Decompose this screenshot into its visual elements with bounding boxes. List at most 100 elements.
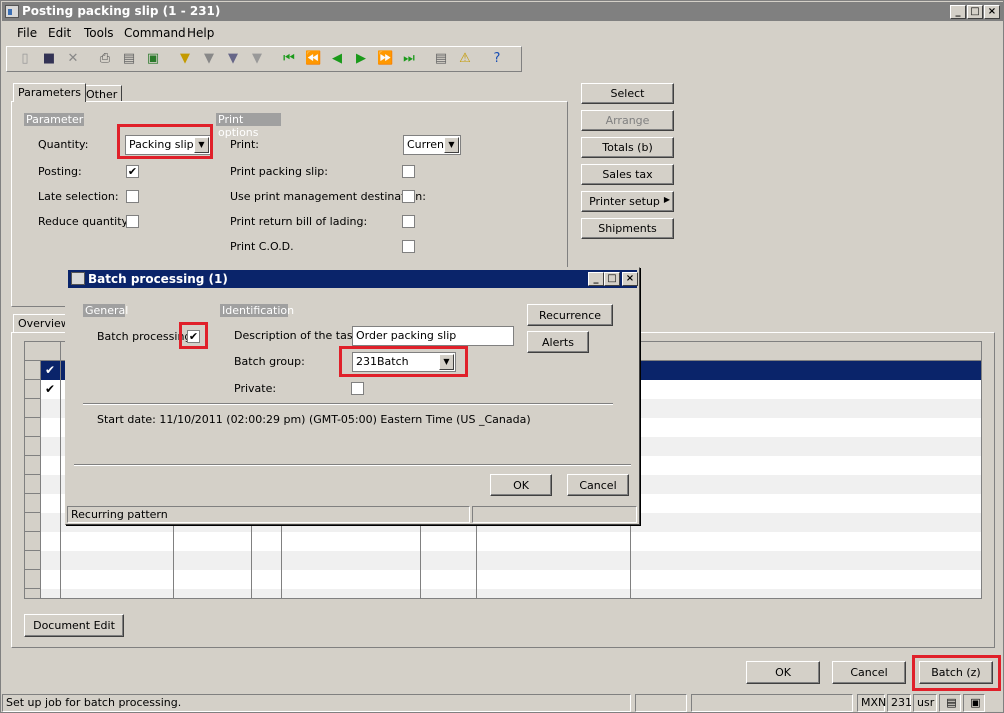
filter-by-selection-icon[interactable]: ▼ — [177, 51, 193, 67]
private-checkbox[interactable] — [351, 382, 364, 395]
batch-processing-highlight — [179, 322, 208, 349]
tab-parameters[interactable]: Parameters — [13, 83, 86, 102]
dialog-cancel-button[interactable]: Cancel — [567, 474, 629, 496]
reduce-quantity-label: Reduce quantity: — [38, 215, 131, 228]
row-selector[interactable] — [25, 418, 41, 437]
window-title: Posting packing slip (1 - 231) — [22, 4, 221, 18]
table-row[interactable] — [25, 589, 981, 598]
late-selection-checkbox[interactable] — [126, 190, 139, 203]
menu-edit[interactable]: Edit — [48, 26, 71, 40]
tab-other[interactable]: Other — [81, 85, 123, 102]
posting-checkbox[interactable]: ✔ — [126, 165, 139, 178]
alerts-button[interactable]: Alerts — [527, 331, 589, 353]
row-selector[interactable] — [25, 551, 41, 570]
dialog-minimize-button[interactable]: _ — [588, 272, 604, 286]
dialog-close-button[interactable]: × — [622, 272, 638, 286]
status-cell — [635, 694, 687, 712]
attachments-icon[interactable]: ▤ — [433, 51, 449, 67]
new-icon[interactable]: ▯ — [17, 51, 33, 67]
row-selector[interactable] — [25, 494, 41, 513]
user-indicator: usr — [913, 694, 937, 712]
menu-tools[interactable]: Tools — [84, 26, 114, 40]
previous-record-icon[interactable]: ◀ — [329, 51, 345, 67]
chevron-down-icon[interactable]: ▼ — [444, 137, 459, 153]
batch-group-highlight — [339, 346, 468, 377]
start-date-text: Start date: 11/10/2011 (02:00:29 pm) (GM… — [97, 413, 531, 426]
document-edit-button[interactable]: Document Edit — [24, 614, 124, 637]
remove-filter-icon[interactable]: ▼ — [249, 51, 265, 67]
first-record-icon[interactable]: ⏮ — [281, 51, 297, 67]
minimize-button[interactable]: _ — [950, 5, 966, 19]
filter-icon[interactable]: ▼ — [201, 51, 217, 67]
ok-button[interactable]: OK — [746, 661, 820, 684]
shipments-button[interactable]: Shipments — [581, 218, 674, 239]
last-record-icon[interactable]: ⏭ — [401, 51, 417, 67]
print-icon[interactable]: ⎙ — [97, 51, 113, 67]
company-indicator: 231 — [887, 694, 912, 712]
previous-page-icon[interactable]: ⏪ — [305, 51, 321, 67]
row-selector[interactable] — [25, 361, 41, 380]
row-selector[interactable] — [25, 456, 41, 475]
advanced-filter-icon[interactable]: ▼ — [225, 51, 241, 67]
dialog-status-text: Recurring pattern — [67, 506, 470, 523]
close-button[interactable]: × — [984, 5, 1000, 19]
row-selector[interactable] — [25, 380, 41, 399]
print-return-checkbox[interactable] — [402, 215, 415, 228]
cancel-button[interactable]: Cancel — [832, 661, 906, 684]
print-cod-checkbox[interactable] — [402, 240, 415, 253]
next-page-icon[interactable]: ⏩ — [377, 51, 393, 67]
delete-icon[interactable]: ✕ — [65, 51, 81, 67]
print-preview-icon[interactable]: ▤ — [121, 51, 137, 67]
row-selector[interactable] — [25, 475, 41, 494]
totals-button[interactable]: Totals (b) — [581, 137, 674, 158]
print-management-label: Use print management destination: — [230, 190, 426, 203]
print-management-checkbox[interactable] — [402, 190, 415, 203]
row-selector[interactable] — [25, 513, 41, 532]
menu-file[interactable]: File — [17, 26, 37, 40]
reduce-quantity-checkbox[interactable] — [126, 215, 139, 228]
column-divider — [60, 342, 61, 598]
menu-help[interactable]: Help — [187, 26, 214, 40]
print-value: Current — [407, 138, 449, 151]
row-selector[interactable] — [25, 532, 41, 551]
menu-command[interactable]: Command — [124, 26, 186, 40]
table-row[interactable] — [25, 532, 981, 551]
identification-group-header: Identification — [220, 304, 295, 317]
posting-label: Posting: — [38, 165, 82, 178]
print-select[interactable]: Current ▼ — [403, 135, 461, 155]
dialog-app-icon — [71, 272, 85, 285]
maximize-button[interactable]: □ — [967, 5, 983, 19]
alert-icon[interactable]: ⚠ — [457, 51, 473, 67]
description-input[interactable]: Order packing slip — [352, 326, 514, 346]
check-icon: ✔ — [45, 363, 56, 377]
row-selector[interactable] — [25, 437, 41, 456]
row-selector[interactable] — [25, 589, 41, 598]
help-icon[interactable]: ? — [489, 51, 505, 67]
status-message: Set up job for batch processing. — [2, 694, 631, 712]
print-packing-slip-checkbox[interactable] — [402, 165, 415, 178]
printer-setup-label: Printer setup — [589, 195, 660, 208]
check-icon: ✔ — [45, 382, 56, 396]
print-options-group-header: Print options — [216, 113, 281, 139]
export-excel-icon[interactable]: ▣ — [145, 51, 161, 67]
dialog-titlebar: Batch processing (1) _ □ × — [68, 270, 638, 288]
chevron-right-icon: ▶ — [663, 195, 670, 204]
app-icon — [5, 5, 19, 18]
arrange-button[interactable]: Arrange — [581, 110, 674, 131]
late-selection-label: Late selection: — [38, 190, 119, 203]
recurrence-button[interactable]: Recurrence — [527, 304, 613, 326]
row-selector[interactable] — [25, 399, 41, 418]
save-icon[interactable]: ■ — [41, 51, 57, 67]
table-row[interactable] — [25, 570, 981, 589]
next-record-icon[interactable]: ▶ — [353, 51, 369, 67]
table-row[interactable] — [25, 551, 981, 570]
dialog-ok-button[interactable]: OK — [490, 474, 552, 496]
menu-bar: File Edit Tools Command Help — [2, 23, 1003, 43]
print-packing-slip-label: Print packing slip: — [230, 165, 328, 178]
select-button[interactable]: Select — [581, 83, 674, 104]
row-selector[interactable] — [25, 570, 41, 589]
quantity-label: Quantity: — [38, 138, 89, 151]
printer-setup-button[interactable]: Printer setup ▶ — [581, 191, 674, 212]
sales-tax-button[interactable]: Sales tax — [581, 164, 674, 185]
dialog-maximize-button[interactable]: □ — [604, 272, 620, 286]
